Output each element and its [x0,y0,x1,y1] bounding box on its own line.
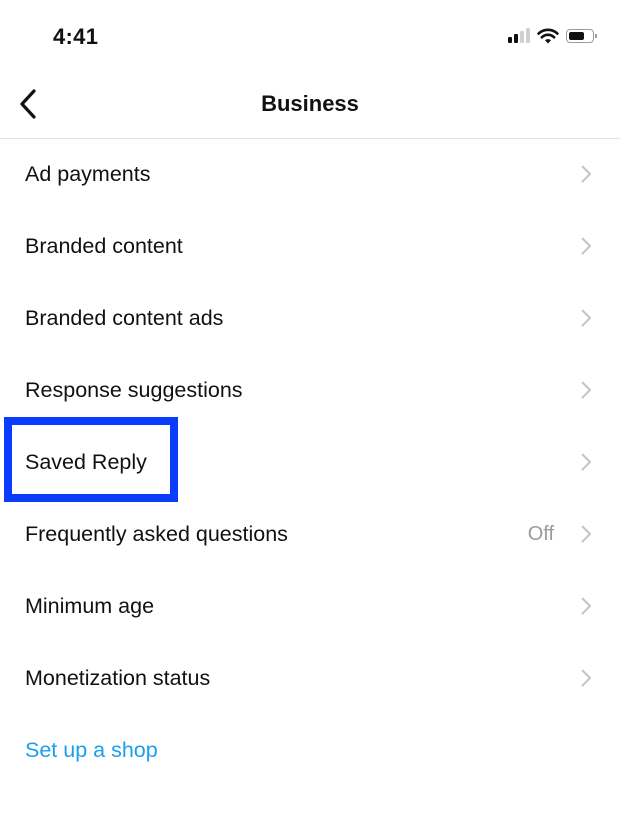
list-item-branded-content-ads[interactable]: Branded content ads [0,282,620,354]
list-item-frequently-asked-questions[interactable]: Frequently asked questions Off [0,498,620,570]
list-item-label: Minimum age [25,593,155,618]
nav-bar: Business [0,70,620,139]
set-up-shop-link[interactable]: Set up a shop [0,714,620,786]
chevron-right-icon [581,381,592,399]
list-item-response-suggestions[interactable]: Response suggestions [0,354,620,426]
chevron-right-icon [581,237,592,255]
wifi-icon [537,28,559,44]
chevron-right-icon [581,453,592,471]
list-item-label: Response suggestions [25,377,243,402]
chevron-right-icon [581,669,592,687]
status-bar: 4:41 [0,0,620,70]
list-item-label: Branded content [25,233,183,258]
status-icons [508,28,597,44]
chevron-right-icon [581,597,592,615]
chevron-right-icon [581,525,592,543]
list-item-label: Ad payments [25,161,151,186]
list-item-ad-payments[interactable]: Ad payments [0,138,620,210]
list-item-label: Monetization status [25,665,211,690]
list-item-saved-reply[interactable]: Saved Reply [0,426,620,498]
list-item-value: Off [527,522,554,545]
cellular-signal-icon [508,28,530,43]
list-item-label: Saved Reply [25,449,147,474]
list-item-monetization-status[interactable]: Monetization status [0,642,620,714]
chevron-right-icon [581,309,592,327]
list-item-branded-content[interactable]: Branded content [0,210,620,282]
list-item-label: Branded content ads [25,305,224,330]
chevron-right-icon [581,165,592,183]
battery-icon [566,29,597,43]
list-item-minimum-age[interactable]: Minimum age [0,570,620,642]
settings-list: Ad payments Branded content Branded cont… [0,138,620,786]
status-time: 4:41 [53,24,99,49]
page-title: Business [261,91,359,116]
list-item-label: Frequently asked questions [25,521,288,546]
link-label: Set up a shop [25,737,158,762]
